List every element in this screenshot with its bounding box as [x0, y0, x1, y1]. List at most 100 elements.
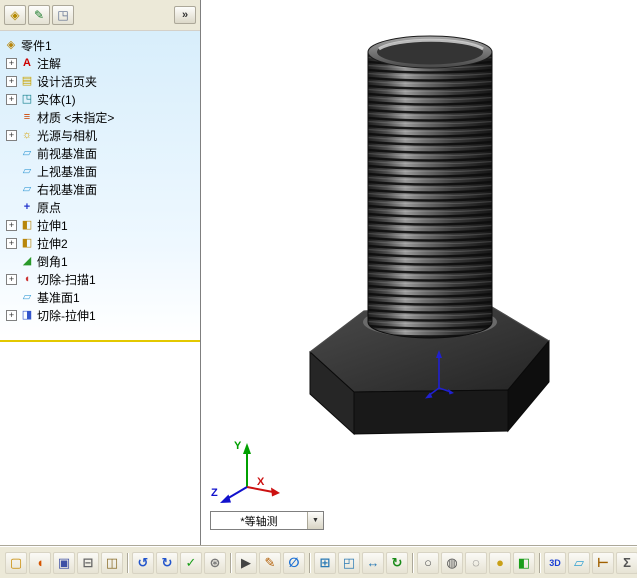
reference-triad: Y X Z [211, 440, 280, 503]
bottom-toolbar: ▢◖▣⊟◫↺↻✓⊛▶✎∅⊞◰↔↻○◍◌●◧3D▱⊢Σ? [0, 546, 637, 578]
expander-icon[interactable]: + [6, 93, 17, 105]
shaded-icon[interactable]: ● [489, 551, 511, 574]
boss-extrude-icon: ◧ [21, 237, 33, 249]
view-orientation-value: *等轴测 [240, 515, 278, 528]
zoom-area-icon[interactable]: ◰ [338, 551, 360, 574]
plane-icon: ▱ [22, 165, 32, 177]
tree-item[interactable]: +▱上视基准面 [0, 162, 200, 180]
triad-x-label: X [257, 476, 265, 488]
configurationmanager-tab[interactable]: ◳ [52, 5, 74, 25]
redo-icon[interactable]: ↻ [156, 551, 178, 574]
tree-item[interactable]: + ◧ 拉伸1 [0, 216, 200, 234]
tree-item[interactable]: +▱前视基准面 [0, 144, 200, 162]
smart-dimension-icon[interactable]: ∅ [283, 551, 305, 574]
tree-item-label: 原点 [37, 200, 62, 215]
tree-item-label: 光源与相机 [37, 128, 98, 143]
toolbar-separator [539, 552, 540, 573]
tree-item-label: 材质 <未指定> [37, 110, 115, 125]
open-icon[interactable]: ◖ [29, 551, 51, 574]
cut-sweep-icon: ◖ [23, 273, 31, 285]
tree-item-label: 基准面1 [37, 290, 80, 305]
solid-bodies-icon: ◳ [21, 93, 33, 105]
boss-extrude-icon: ◧ [21, 219, 33, 231]
graphics-viewport[interactable]: Y X Z *等轴测 ▼ [201, 0, 637, 546]
tree-item-label: 实体(1) [37, 92, 76, 107]
hidden-lines-removed-icon[interactable]: ◌ [465, 551, 487, 574]
zoom-fit-icon[interactable]: ⊞ [314, 551, 336, 574]
hidden-lines-visible-icon[interactable]: ◍ [441, 551, 463, 574]
propertymanager-tab[interactable]: ✎ [28, 5, 50, 25]
tree-item-label: 切除-扫描1 [37, 272, 96, 287]
tree-item[interactable]: + ◨ 切除-拉伸1 [0, 306, 200, 324]
tree-item[interactable]: ++原点 [0, 198, 200, 216]
tree-item-label: 右视基准面 [37, 182, 98, 197]
tree-item[interactable]: + ☼ 光源与相机 [0, 126, 200, 144]
feature-tree-panel: ◈✎◳ » ◈零件1+A注解+▤设计活页夹+◳实体(1)+≡材质 <未指定>+☼… [0, 0, 201, 546]
cut-extrude-icon: ◨ [21, 309, 33, 321]
wireframe-icon[interactable]: ○ [417, 551, 439, 574]
tree-item-label: 上视基准面 [37, 164, 98, 179]
tree-item[interactable]: +▱右视基准面 [0, 180, 200, 198]
tree-item-label: 前视基准面 [37, 146, 98, 161]
section-view-icon[interactable]: ◧ [513, 551, 535, 574]
undo-icon[interactable]: ↺ [132, 551, 154, 574]
tree-item[interactable]: + ◳ 实体(1) [0, 90, 200, 108]
plane-icon: ▱ [22, 147, 32, 159]
rotate-view-icon[interactable]: ↻ [386, 551, 408, 574]
sketch-icon[interactable]: ✎ [259, 551, 281, 574]
expander-icon[interactable]: + [6, 57, 17, 69]
measure-icon[interactable]: ⊢ [592, 551, 614, 574]
model-canvas: Y X Z [211, 35, 550, 503]
pan-icon[interactable]: ↔ [362, 551, 384, 574]
design-binder-icon: ▤ [21, 75, 33, 87]
material-icon: ≡ [23, 111, 31, 123]
expander-icon[interactable]: + [6, 237, 17, 249]
plane-icon: ▱ [22, 291, 32, 303]
application-window: { "left_panel": { "tab_bar": { "tabs": [… [0, 0, 637, 578]
tree-item[interactable]: + A 注解 [0, 54, 200, 72]
triad-z-label: Z [211, 487, 218, 499]
options-icon[interactable]: ⊛ [204, 551, 226, 574]
lights-cameras-icon: ☼ [21, 129, 33, 141]
tree-root-item[interactable]: ◈ 零件1 [0, 36, 200, 54]
tree-item[interactable]: +◢倒角1 [0, 252, 200, 270]
part-icon: ◈ [6, 39, 16, 51]
view-orientation-select[interactable]: *等轴测 ▼ [210, 511, 324, 530]
panel-tab-bar: ◈ ✎ ◳ » [0, 0, 200, 31]
expander-icon[interactable]: + [6, 309, 17, 321]
expander-icon[interactable]: + [6, 219, 17, 231]
save-icon[interactable]: ▣ [53, 551, 75, 574]
reference-plane-icon[interactable]: ▱ [568, 551, 590, 574]
annotations-icon: A [23, 57, 31, 69]
toolbar-separator [127, 552, 128, 573]
tree-item-label: 设计活页夹 [37, 74, 98, 89]
toolbar-separator [412, 552, 413, 573]
mass-properties-icon[interactable]: Σ [616, 551, 637, 574]
featuremanager-tab[interactable]: ◈ [4, 5, 26, 25]
bolt-model[interactable] [309, 35, 550, 436]
panel-expand-button[interactable]: » [174, 6, 196, 24]
dropdown-arrow-icon[interactable]: ▼ [307, 512, 323, 529]
tree-item[interactable]: + ◖ 切除-扫描1 [0, 270, 200, 288]
tree-item-label: 注解 [37, 56, 62, 71]
select-icon[interactable]: ▶ [235, 551, 257, 574]
new-icon[interactable]: ▢ [5, 551, 27, 574]
rebuild-icon[interactable]: ✓ [180, 551, 202, 574]
tree-item-label: 拉伸1 [37, 218, 68, 233]
tree-item[interactable]: + ▤ 设计活页夹 [0, 72, 200, 90]
expander-icon[interactable]: + [6, 129, 17, 141]
print-icon[interactable]: ⊟ [77, 551, 99, 574]
toolbar-separator [230, 552, 231, 573]
tree-item[interactable]: +≡材质 <未指定> [0, 108, 200, 126]
tree-item-label: 切除-拉伸1 [37, 308, 96, 323]
expander-icon[interactable]: + [6, 273, 17, 285]
print-preview-icon[interactable]: ◫ [101, 551, 123, 574]
tree-item-label: 拉伸2 [37, 236, 68, 251]
tree-item[interactable]: + ◧ 拉伸2 [0, 234, 200, 252]
tree-item[interactable]: +▱基准面1 [0, 288, 200, 306]
panel-tab-icons: ◈ ✎ ◳ [4, 5, 74, 25]
toolbar-separator [309, 552, 310, 573]
3d-sketch-icon[interactable]: 3D [544, 551, 566, 574]
panel-empty-area [0, 342, 200, 542]
expander-icon[interactable]: + [6, 75, 17, 87]
